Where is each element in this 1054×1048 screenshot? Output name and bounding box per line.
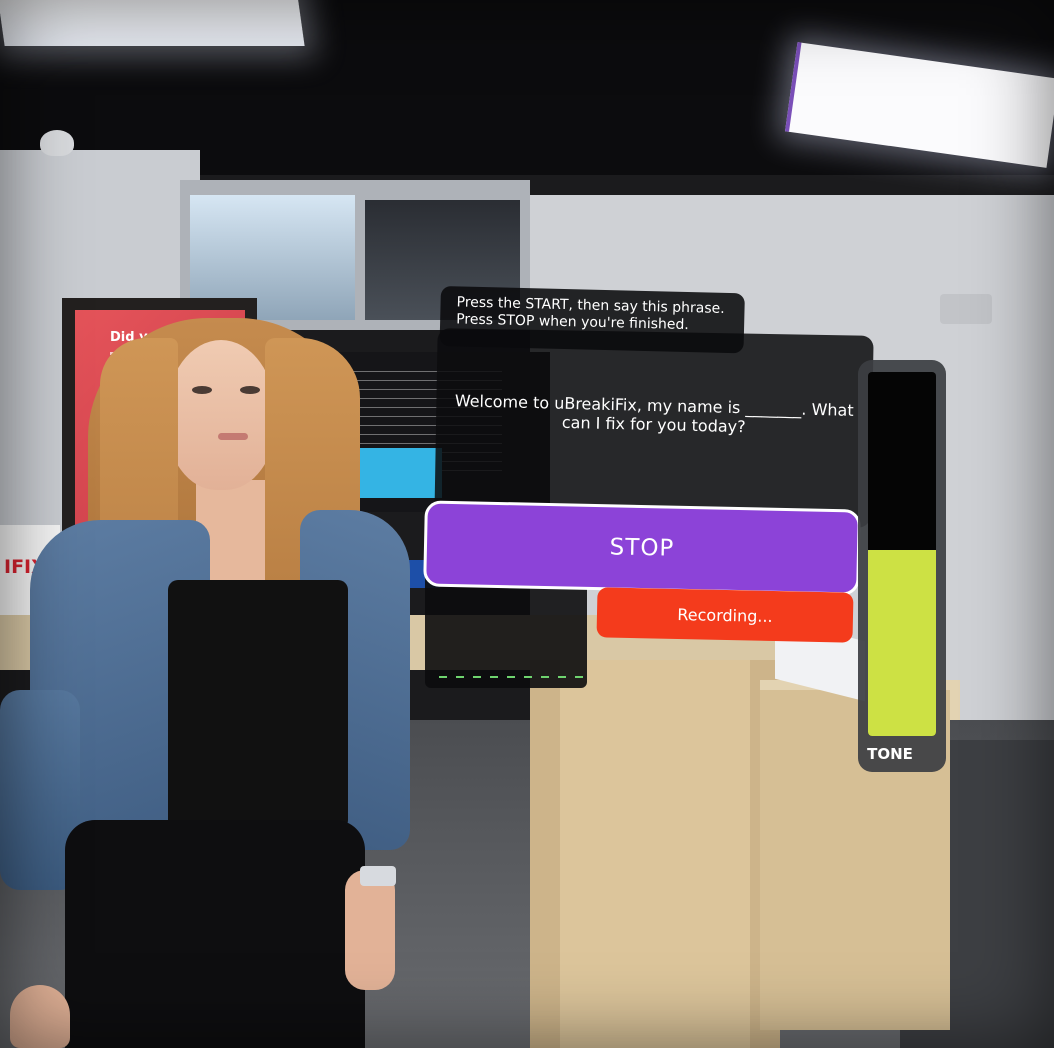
hand — [10, 985, 70, 1048]
mouth — [218, 433, 248, 440]
instruction-panel: Press the START, then say this phrase. P… — [439, 286, 745, 354]
wristwatch — [360, 866, 396, 886]
recording-status: Recording... — [596, 587, 854, 643]
tone-meter-track — [868, 372, 936, 736]
stop-button[interactable]: STOP — [423, 500, 861, 596]
tone-meter-label: TONE — [867, 745, 913, 763]
hand — [345, 870, 395, 990]
vr-scene: Did you k IFIX. Welcome to uBreakiFix, m… — [0, 0, 1054, 1048]
face — [166, 340, 276, 490]
black-pants — [65, 820, 365, 1048]
black-top — [168, 580, 348, 830]
audio-waveform — [425, 573, 587, 688]
eye — [240, 386, 260, 394]
waveform-signal — [439, 676, 583, 678]
tone-meter-fill — [868, 550, 936, 736]
eye — [192, 386, 212, 394]
